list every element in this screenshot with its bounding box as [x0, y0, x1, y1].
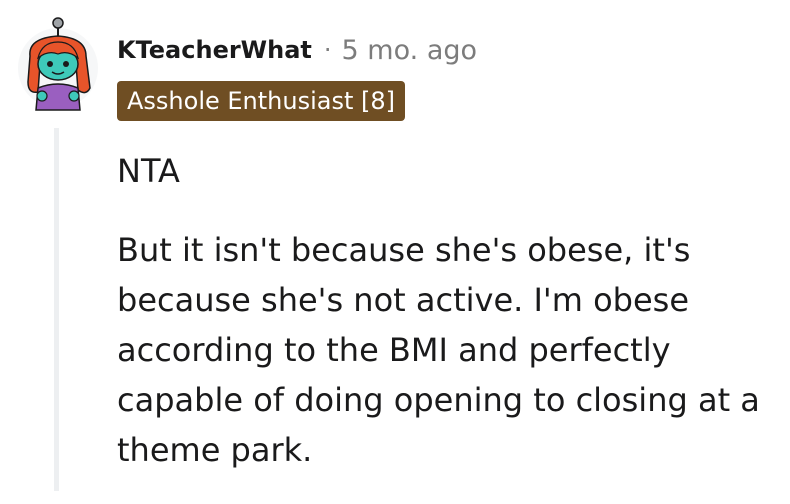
comment-timestamp[interactable]: 5 mo. ago	[342, 35, 477, 66]
comment-paragraph: NTA	[117, 152, 180, 190]
thread-line[interactable]	[54, 128, 59, 491]
snoo-avatar-icon	[18, 17, 98, 111]
author-username[interactable]: KTeacherWhat	[117, 36, 312, 64]
comment-meta: KTeacherWhat · 5 mo. ago	[117, 31, 477, 69]
meta-separator: ·	[323, 36, 332, 64]
user-flair-badge: Asshole Enthusiast [8]	[117, 81, 406, 121]
user-avatar[interactable]	[16, 16, 100, 112]
comment: KTeacherWhat · 5 mo. ago Asshole Enthusi…	[0, 0, 790, 491]
comment-paragraph: But it isn't because she's obese, it's b…	[117, 231, 760, 469]
comment-body: NTA But it isn't because she's obese, it…	[117, 146, 782, 504]
